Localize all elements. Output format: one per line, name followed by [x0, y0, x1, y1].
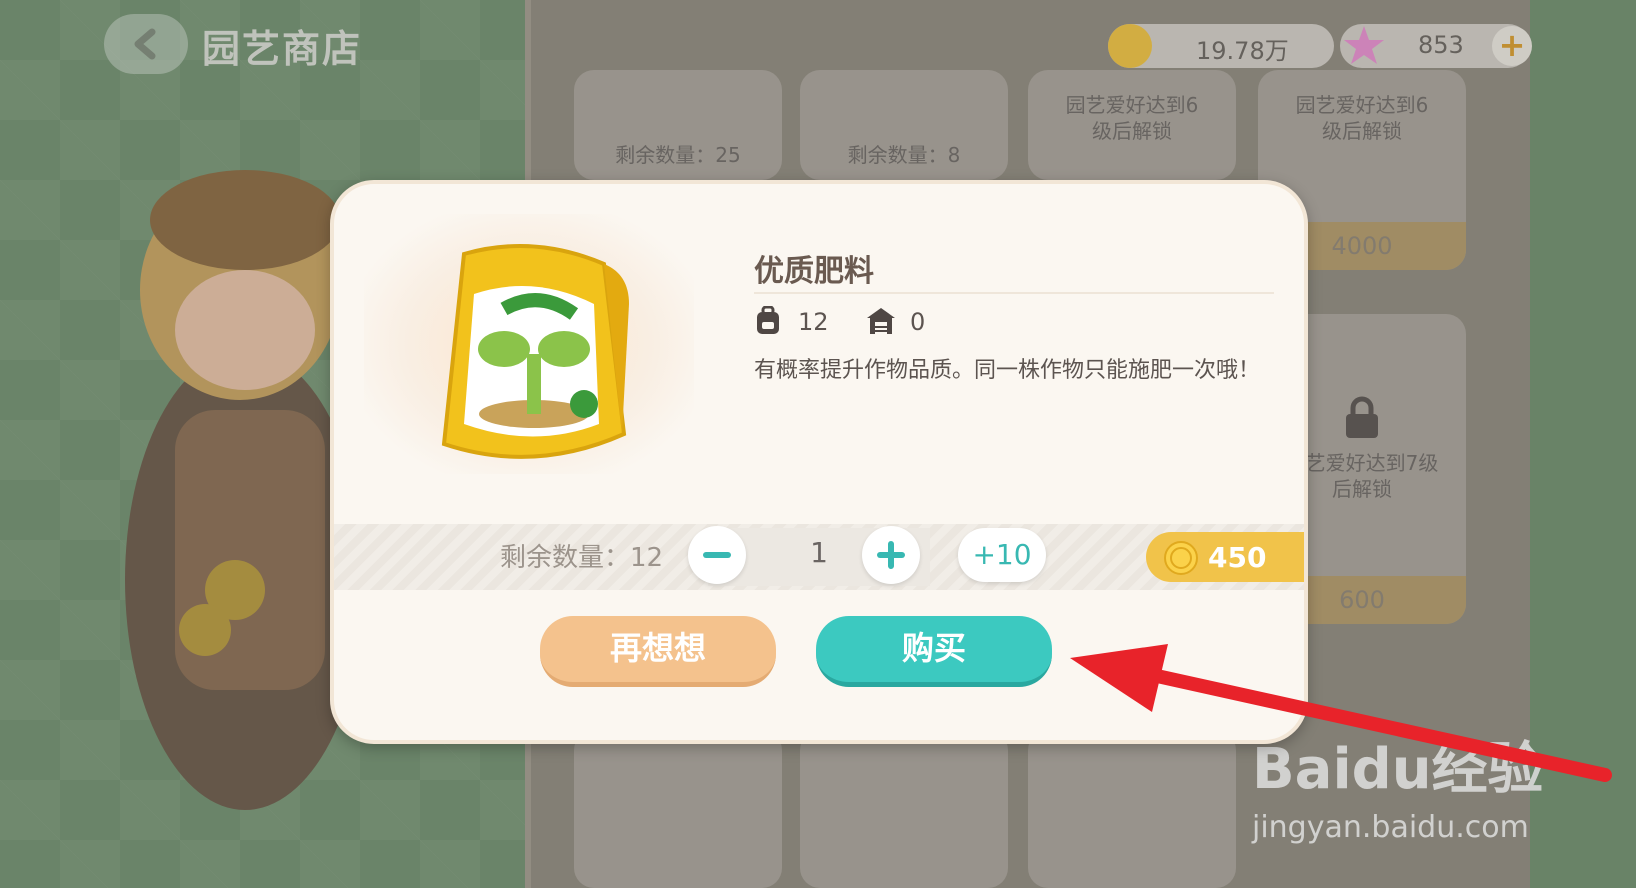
price-value: 450 — [1208, 541, 1267, 574]
buy-button[interactable]: 购买 — [816, 616, 1052, 687]
total-price: 450 — [1146, 532, 1304, 582]
bag-count: 12 — [754, 302, 854, 342]
increase-quantity-button[interactable] — [862, 526, 920, 584]
reconsider-button[interactable]: 再想想 — [540, 616, 776, 687]
add-ten-button[interactable]: +10 — [958, 528, 1046, 582]
coin-icon — [1164, 541, 1198, 575]
quantity-value[interactable]: 1 — [774, 536, 864, 569]
remaining-quantity: 剩余数量：12 — [500, 543, 664, 573]
decrease-quantity-button[interactable] — [688, 526, 746, 584]
minus-icon — [703, 552, 731, 558]
backpack-icon — [757, 306, 779, 334]
bag-count-value: 12 — [798, 308, 829, 336]
home-count: 0 — [866, 302, 966, 342]
item-description: 有概率提升作物品质。同一株作物只能施肥一次哦！ — [754, 358, 1261, 383]
item-name: 优质肥料 — [754, 254, 874, 289]
home-count-value: 0 — [910, 308, 926, 336]
annotation-arrow — [1070, 644, 1612, 782]
divider — [754, 292, 1274, 294]
fertilizer-bag-icon — [441, 244, 629, 459]
warehouse-icon — [867, 308, 895, 334]
plus-icon — [877, 541, 905, 569]
